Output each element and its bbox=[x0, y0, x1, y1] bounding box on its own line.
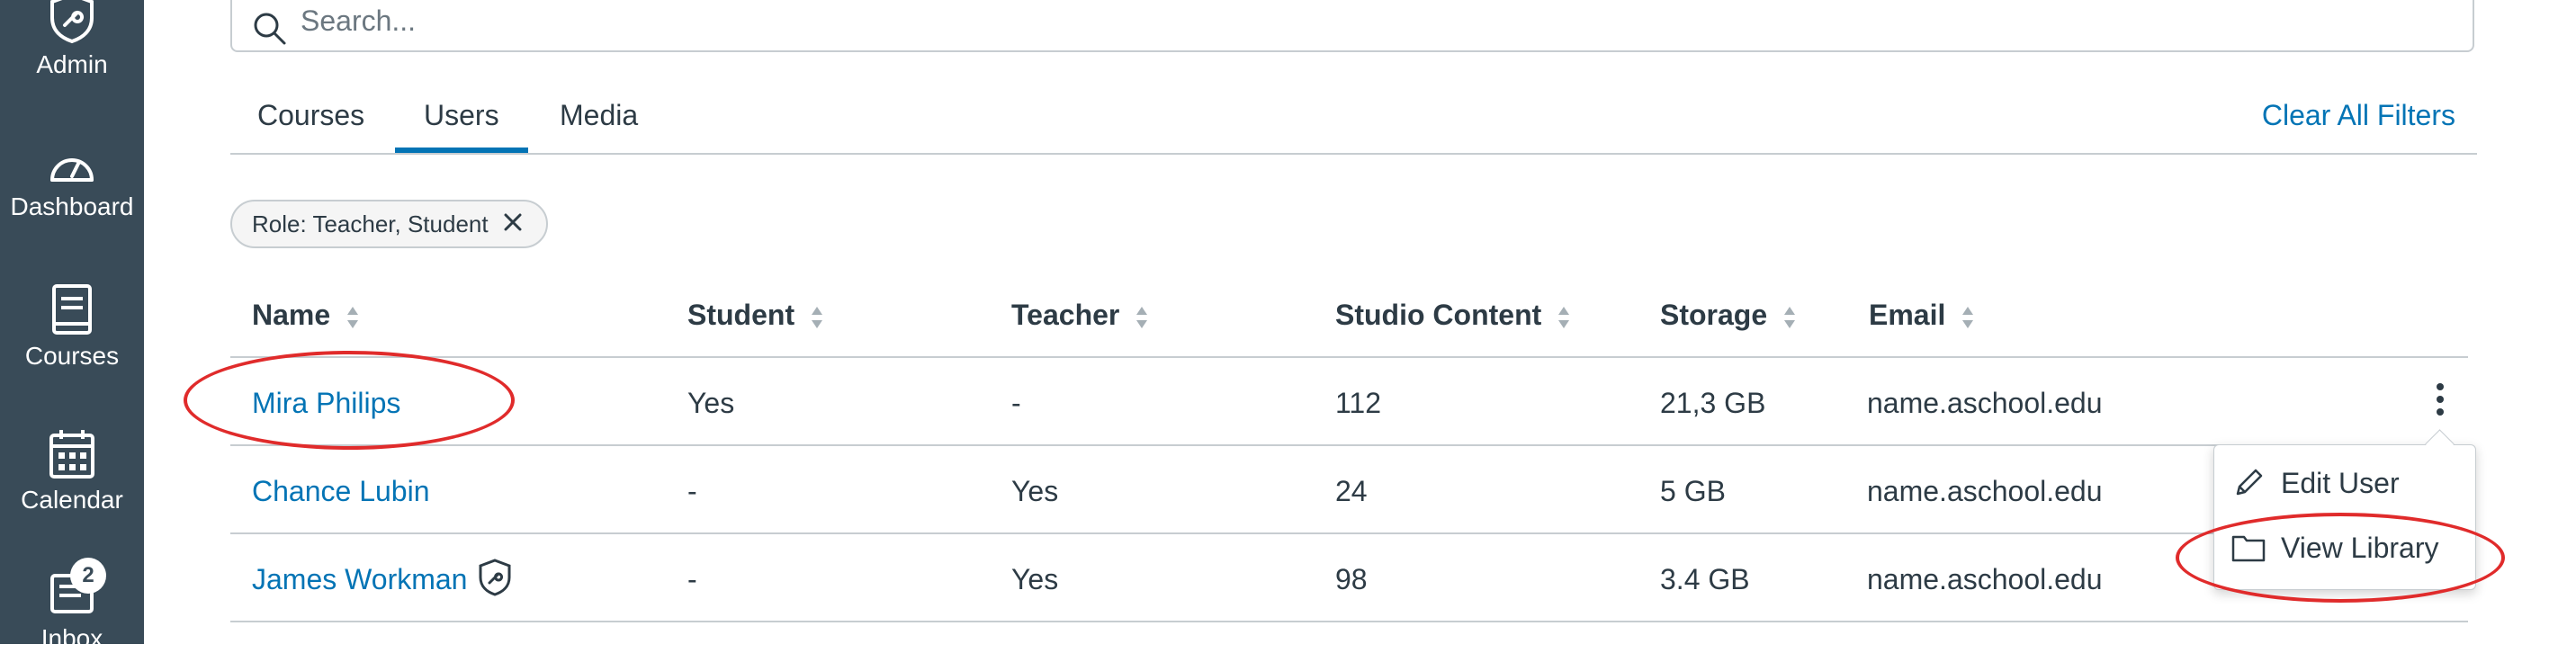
pencil-icon bbox=[2236, 469, 2263, 496]
admin-shield-icon bbox=[479, 559, 511, 596]
tab-bar: Courses Users Media Clear All Filters bbox=[230, 85, 2477, 155]
nav-dashboard[interactable]: Dashboard bbox=[0, 144, 144, 221]
dashboard-gauge-icon bbox=[50, 158, 94, 182]
role-filter-pill: Role: Teacher, Student bbox=[230, 200, 548, 248]
col-header-email[interactable]: Email bbox=[1869, 297, 1975, 333]
user-name-link[interactable]: Mira Philips bbox=[252, 385, 400, 421]
edit-user-label: Edit User bbox=[2281, 466, 2400, 499]
nav-admin-label: Admin bbox=[36, 50, 108, 78]
storage-cell: 21,3 GB bbox=[1660, 387, 1766, 419]
studio-content-cell: 112 bbox=[1335, 387, 1382, 419]
calendar-icon bbox=[49, 430, 94, 479]
view-library-menu-item[interactable]: View Library bbox=[2230, 523, 2438, 573]
global-nav: Admin Dashboard Courses Calendar Inbox 2 bbox=[0, 0, 144, 652]
col-header-student-label: Student bbox=[687, 299, 795, 331]
view-library-label: View Library bbox=[2281, 531, 2439, 564]
nav-admin[interactable]: Admin bbox=[0, 0, 144, 79]
nav-dashboard-label: Dashboard bbox=[10, 192, 134, 220]
student-cell: - bbox=[687, 475, 697, 507]
search-box bbox=[230, 0, 2474, 52]
email-cell: name.aschool.edu bbox=[1867, 563, 2103, 595]
storage-cell: 3.4 GB bbox=[1660, 563, 1750, 595]
admin-shield-icon bbox=[50, 0, 94, 44]
col-header-studio-content[interactable]: Studio Content bbox=[1335, 297, 1571, 333]
user-name-link[interactable]: Chance Lubin bbox=[252, 473, 429, 509]
nav-calendar[interactable]: Calendar bbox=[0, 428, 144, 514]
sort-icon bbox=[1962, 306, 1974, 328]
teacher-cell: - bbox=[1011, 387, 1021, 419]
nav-calendar-label: Calendar bbox=[21, 486, 123, 514]
email-cell: name.aschool.edu bbox=[1867, 475, 2103, 507]
inbox-unread-badge: 2 bbox=[70, 558, 106, 594]
row-options-kebab-icon[interactable] bbox=[2429, 380, 2451, 425]
row-divider bbox=[230, 356, 2468, 358]
nav-courses-label: Courses bbox=[24, 342, 120, 370]
storage-cell: 5 GB bbox=[1660, 475, 1726, 507]
col-header-name[interactable]: Name bbox=[252, 297, 360, 333]
courses-book-icon bbox=[52, 284, 92, 335]
sort-icon bbox=[1136, 306, 1148, 328]
student-cell: - bbox=[687, 563, 697, 595]
teacher-cell: Yes bbox=[1011, 563, 1059, 595]
role-filter-label: Role: Teacher, Student bbox=[252, 210, 489, 237]
remove-filter-close-icon[interactable] bbox=[503, 201, 523, 246]
teacher-cell: Yes bbox=[1011, 475, 1059, 507]
studio-content-cell: 24 bbox=[1335, 475, 1368, 507]
search-input[interactable] bbox=[299, 2, 2417, 40]
col-header-name-label: Name bbox=[252, 299, 331, 331]
nav-courses[interactable]: Courses bbox=[0, 282, 144, 371]
sort-icon bbox=[1558, 306, 1570, 328]
col-header-teacher[interactable]: Teacher bbox=[1011, 297, 1149, 333]
col-header-storage-label: Storage bbox=[1660, 299, 1768, 331]
user-name-link[interactable]: James Workman bbox=[252, 561, 467, 597]
row-divider bbox=[230, 532, 2468, 534]
nav-inbox-label: Inbox bbox=[40, 624, 103, 652]
sort-icon bbox=[1784, 306, 1796, 328]
clear-all-filters-link[interactable]: Clear All Filters bbox=[2262, 85, 2455, 146]
row-divider bbox=[230, 444, 2468, 446]
search-icon bbox=[254, 13, 286, 45]
sort-icon bbox=[347, 306, 359, 328]
col-header-student[interactable]: Student bbox=[687, 297, 824, 333]
col-header-email-label: Email bbox=[1869, 299, 1946, 331]
folder-icon bbox=[2231, 535, 2266, 562]
tab-media[interactable]: Media bbox=[560, 85, 638, 153]
col-header-storage[interactable]: Storage bbox=[1660, 297, 1797, 333]
col-header-studio-content-label: Studio Content bbox=[1335, 299, 1542, 331]
row-divider bbox=[230, 621, 2468, 622]
tab-courses[interactable]: Courses bbox=[257, 85, 364, 153]
tab-users[interactable]: Users bbox=[395, 85, 528, 153]
edit-user-menu-item[interactable]: Edit User bbox=[2230, 458, 2400, 508]
student-cell: Yes bbox=[687, 387, 735, 419]
sort-icon bbox=[811, 306, 822, 328]
row-options-menu: Edit User View Library bbox=[2213, 444, 2476, 590]
studio-content-cell: 98 bbox=[1335, 563, 1368, 595]
col-header-teacher-label: Teacher bbox=[1011, 299, 1120, 331]
email-cell: name.aschool.edu bbox=[1867, 387, 2103, 419]
